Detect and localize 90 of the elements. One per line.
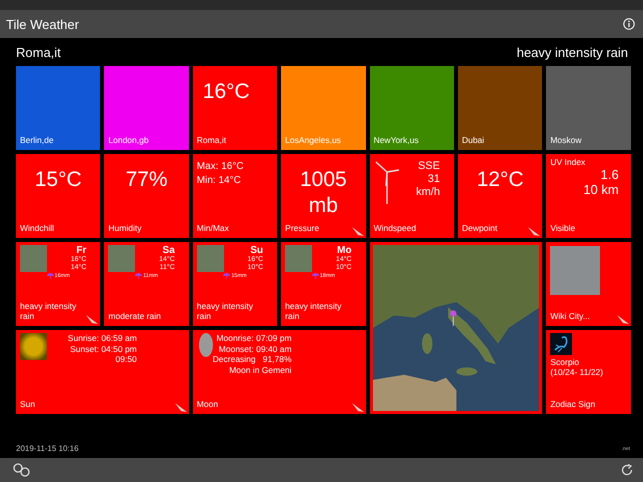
tile-value: 1.6 xyxy=(600,167,619,182)
tile-label: Pressure xyxy=(285,224,320,234)
forecast-description: heavy intensity rain xyxy=(285,302,342,322)
zodiac-tile[interactable]: Scorpio (10/24- 11/22) Zodiac Sign xyxy=(546,330,631,414)
sun-icon xyxy=(20,333,47,360)
zodiac-dates: (10/24- 11/22) xyxy=(550,367,604,377)
umbrella-icon xyxy=(223,273,230,279)
tile-label: Visible xyxy=(550,224,576,234)
weekday: Sa xyxy=(162,245,175,256)
sun-tile[interactable]: Sunrise: 06:59 am Sunset: 04:50 pm 09:50 Sun xyxy=(16,330,189,414)
weather-tile[interactable]: 77% Humidity xyxy=(104,154,189,238)
wind-turbine-icon xyxy=(374,160,400,204)
city-label: Moskow xyxy=(550,136,582,146)
tile-value: 15°C xyxy=(34,167,82,193)
link-icon[interactable] xyxy=(12,463,32,477)
refresh-icon[interactable] xyxy=(621,464,633,476)
photo-placeholder xyxy=(550,246,600,295)
city-label: LosAngeles,us xyxy=(285,136,341,146)
zodiac-sign: Scorpio xyxy=(550,357,580,367)
tile-label: Sun xyxy=(20,400,36,410)
tile-value: 10 km xyxy=(583,182,619,197)
weather-tile[interactable]: 12°C Dewpoint xyxy=(458,154,542,238)
moon-icon xyxy=(198,333,213,357)
photo-placeholder xyxy=(285,245,312,272)
city-tile[interactable]: Moskow xyxy=(546,66,631,150)
info-icon[interactable] xyxy=(623,18,635,30)
weather-tile[interactable]: Max: 16°C Min: 14°C Min/Max xyxy=(192,154,278,238)
city-label: NewYork,us xyxy=(374,136,419,146)
moon-info: Moon in Gemeni xyxy=(229,364,292,375)
sun-info: Sunset: 04:50 pm xyxy=(70,344,137,354)
photo-placeholder xyxy=(108,245,136,272)
umbrella-icon xyxy=(46,273,54,279)
tile-value: Min: 14°C xyxy=(196,174,242,188)
tile-label: Min/Max xyxy=(196,224,229,234)
weather-condition: heavy intensity rain xyxy=(516,44,628,60)
umbrella-icon xyxy=(312,273,319,279)
weekday: Su xyxy=(250,245,264,256)
photo-placeholder xyxy=(196,245,224,272)
feather-icon xyxy=(174,403,187,412)
temperature-value: 16°C xyxy=(202,79,251,105)
scorpion-icon xyxy=(550,333,572,355)
city-tile[interactable]: Dubai xyxy=(458,66,542,150)
feather-icon xyxy=(352,403,364,412)
tile-label: Dewpoint xyxy=(462,224,498,234)
tile-label: Windspeed xyxy=(374,224,416,234)
wiki-tile[interactable]: Wiki City... xyxy=(546,242,631,326)
uv-index-label: UV Index xyxy=(550,157,586,167)
weather-tile[interactable]: 15°C Windchill xyxy=(16,154,100,238)
weekday: Fr xyxy=(76,245,86,256)
city-tile[interactable]: LosAngeles,us xyxy=(281,66,366,150)
feather-icon xyxy=(616,315,629,324)
tile-value: 77% xyxy=(126,167,168,193)
weather-tile[interactable]: SSE 31 km/h Windspeed xyxy=(370,154,454,238)
forecast-description: heavy intensity rain xyxy=(196,302,254,322)
tile-value: Max: 16°C xyxy=(196,160,245,174)
tile-label: Windchill xyxy=(20,224,54,234)
weekday: Mo xyxy=(337,245,352,256)
timestamp: 2019-11-15 10:16 xyxy=(16,444,79,453)
umbrella-icon xyxy=(135,273,142,279)
tile-label: Humidity xyxy=(108,224,142,234)
tile-label: Wiki City... xyxy=(550,312,590,322)
city-name: Roma,it xyxy=(16,44,61,60)
city-label: Dubai xyxy=(462,136,484,146)
forecast-description: moderate rain xyxy=(108,312,162,322)
tile-value: 12°C xyxy=(476,167,524,193)
moon-info: Moonset: 09:40 am xyxy=(218,344,292,354)
tile-value: km/h xyxy=(416,186,440,199)
weather-tile[interactable]: UV Index 1.6 10 km Visible xyxy=(546,154,631,238)
city-tile[interactable]: London,gb xyxy=(104,66,189,150)
tile-label: Moon xyxy=(196,400,218,410)
tile-value: 1005 xyxy=(300,167,347,193)
tile-label: Zodiac Sign xyxy=(550,400,596,410)
sun-info: Sunrise: 06:59 am xyxy=(68,333,137,344)
tile-value: mb xyxy=(308,193,338,220)
weather-tile[interactable]: 1005 mb Pressure xyxy=(281,154,366,238)
app-title: Tile Weather xyxy=(6,16,79,32)
forecast-description: heavy intensity rain xyxy=(20,302,78,322)
tile-value: 31 xyxy=(428,173,440,186)
city-tile[interactable]: Berlin,de xyxy=(16,66,100,150)
city-label: Roma,it xyxy=(196,136,226,146)
tile-value: SSE xyxy=(418,160,440,173)
city-label: London,gb xyxy=(108,136,149,146)
moon-tile[interactable]: Moonrise: 07:09 pm Moonset: 09:40 am Decreasing 91,78% Moon in Gemeni Moon xyxy=(192,330,366,414)
city-tile[interactable]: NewYork,us xyxy=(370,66,454,150)
city-tile[interactable]: 16°C Roma,it xyxy=(192,66,278,150)
moon-info: Moonrise: 07:09 pm xyxy=(216,333,292,344)
photo-placeholder xyxy=(20,245,47,272)
moon-info: Decreasing 91,78% xyxy=(212,354,292,364)
city-label: Berlin,de xyxy=(20,136,54,146)
sun-info: 09:50 xyxy=(116,354,137,364)
